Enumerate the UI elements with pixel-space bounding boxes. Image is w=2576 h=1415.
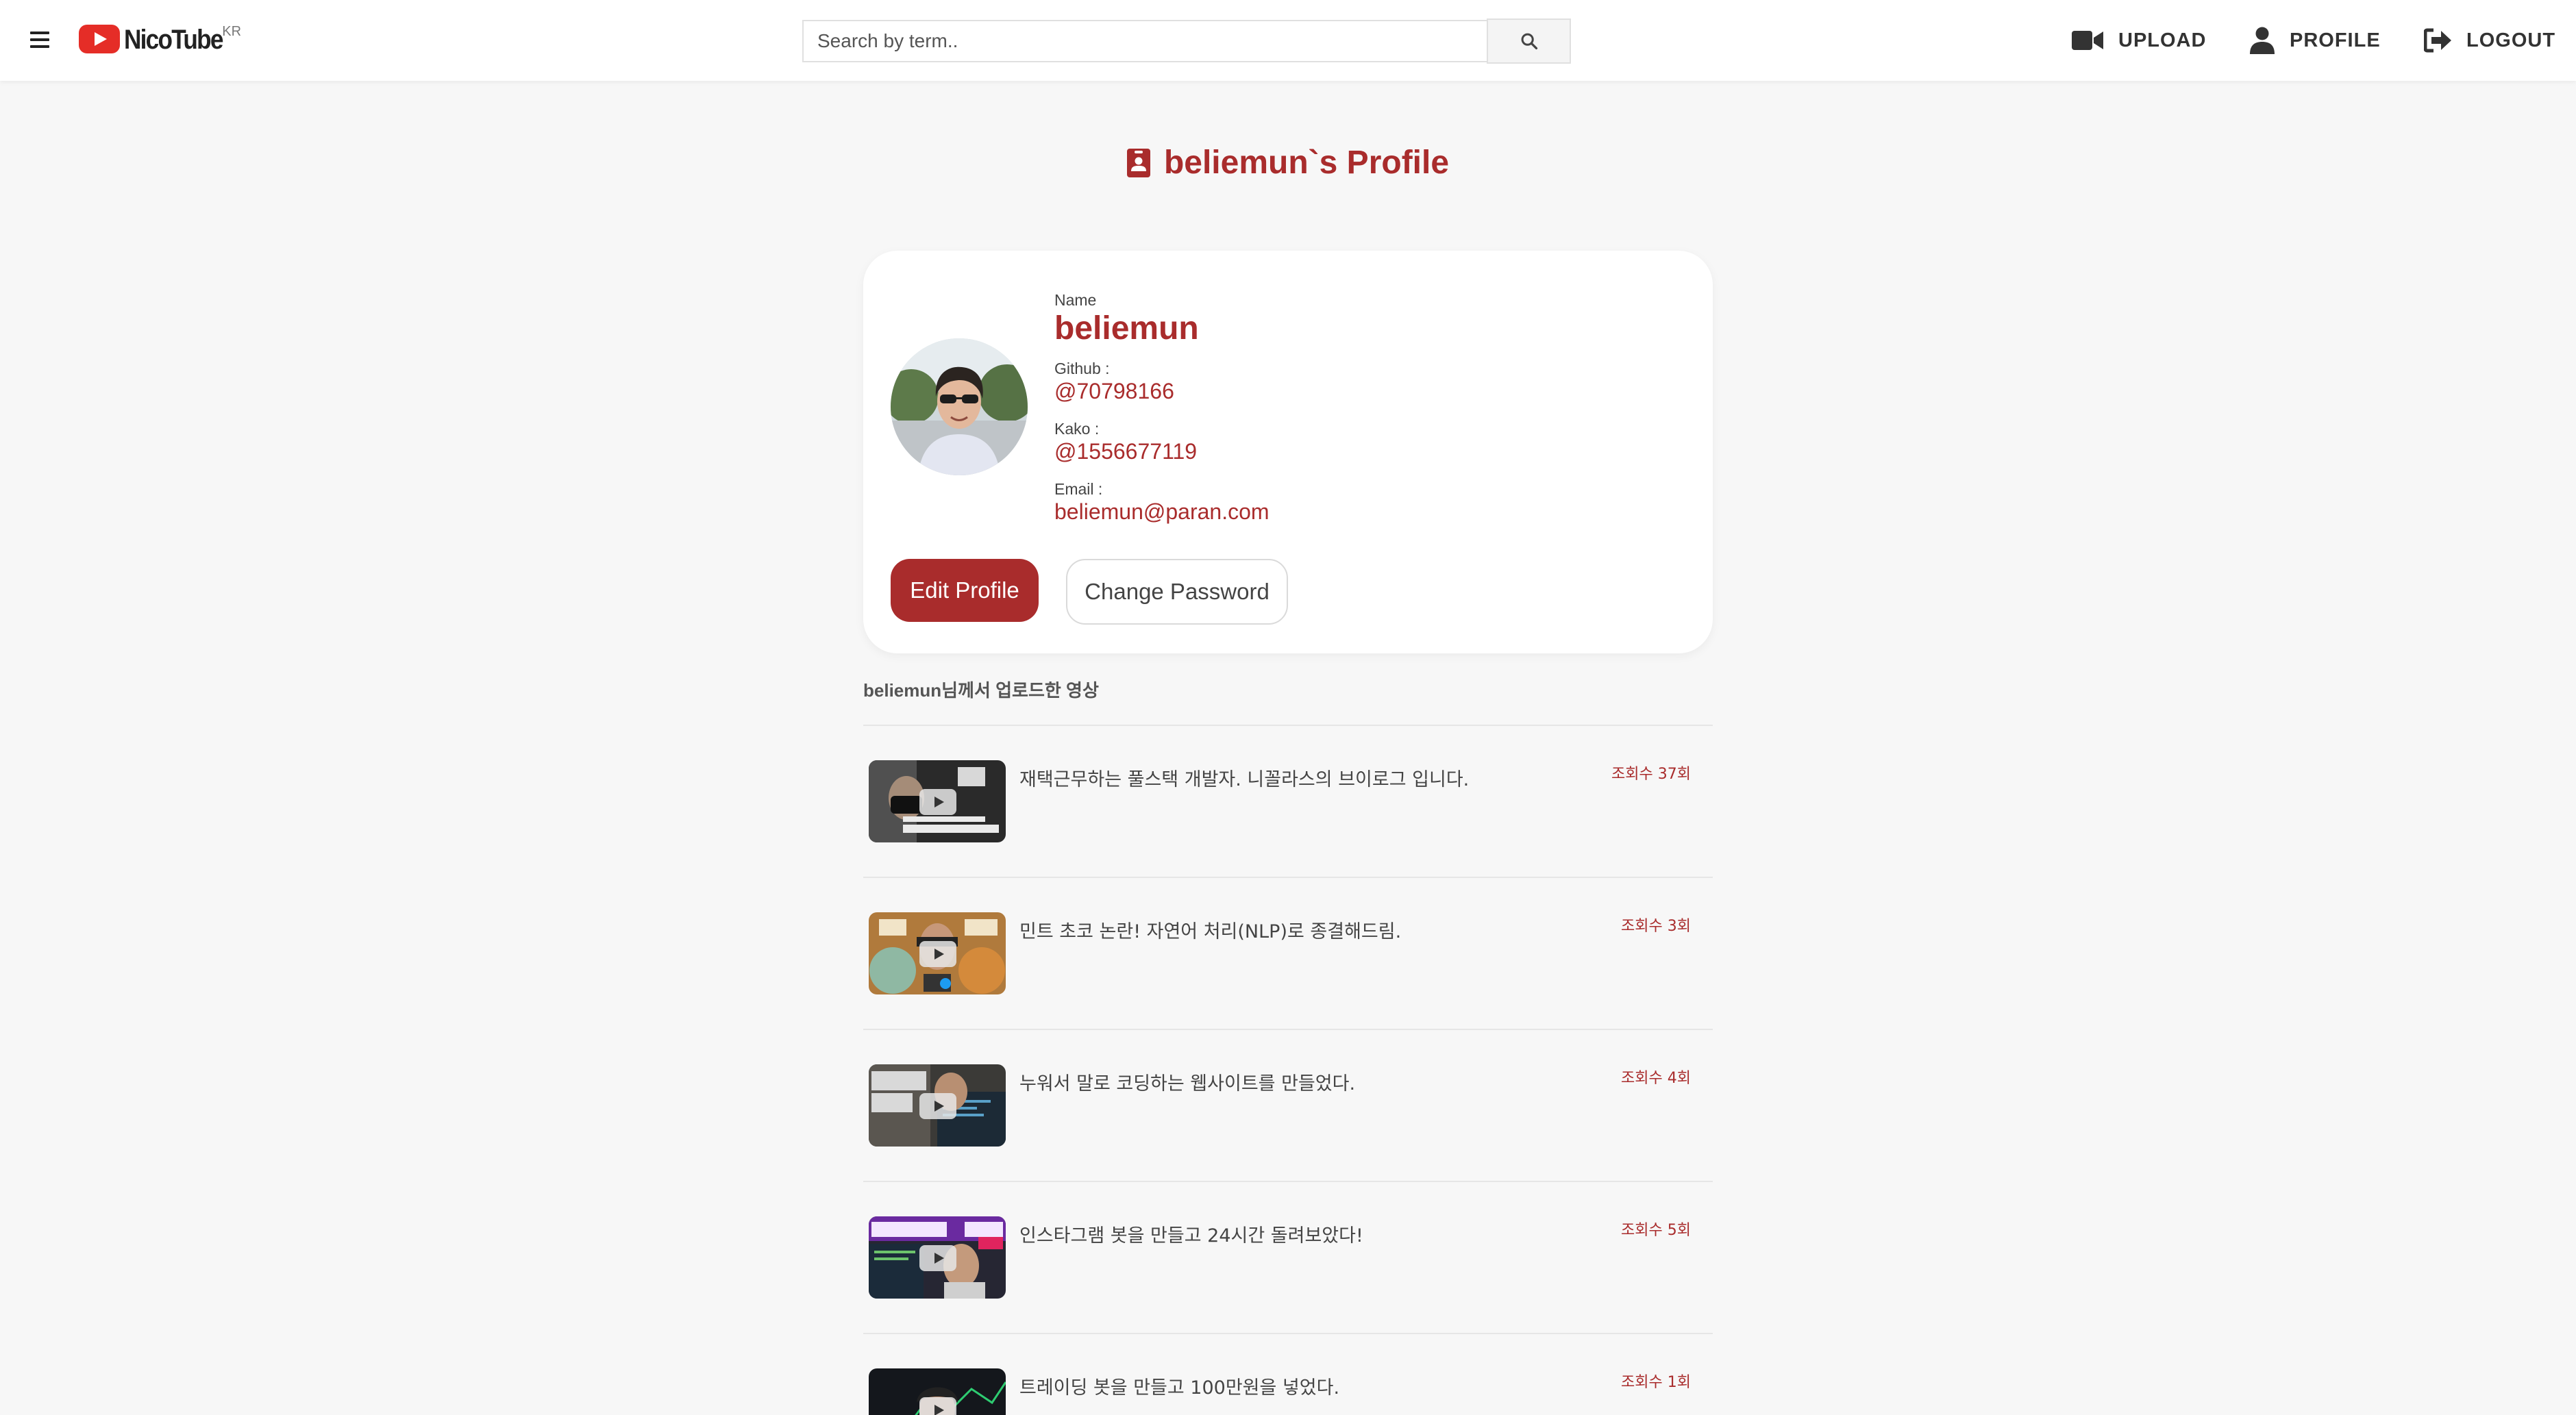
nav-upload[interactable]: UPLOAD bbox=[2072, 25, 2206, 56]
video-views: 조회수 5회 bbox=[1621, 1222, 1691, 1239]
name-label: Name bbox=[1054, 291, 1097, 309]
change-password-button[interactable]: Change Password bbox=[1066, 559, 1288, 625]
profile-card: Name beliemun Github : @70798166 Kako : … bbox=[863, 251, 1713, 653]
video-title[interactable]: 재택근무하는 풀스택 개발자. 니꼴라스의 브이로그 입니다. bbox=[1019, 764, 1469, 791]
kakao-label: Kako : bbox=[1054, 420, 1100, 438]
search-button[interactable] bbox=[1487, 18, 1571, 64]
video-title[interactable]: 트레이딩 봇을 만들고 100만원을 넣었다. bbox=[1019, 1373, 1339, 1399]
logout-icon bbox=[2424, 28, 2451, 53]
logo-text: NicoTube bbox=[124, 25, 223, 55]
videos-heading: beliemun님께서 업로드한 영상 bbox=[863, 680, 1099, 701]
video-thumbnail[interactable] bbox=[869, 1064, 1006, 1147]
video-thumbnail[interactable] bbox=[869, 760, 1006, 842]
nav-profile-label: PROFILE bbox=[2290, 29, 2381, 51]
video-thumbnail[interactable] bbox=[869, 1216, 1006, 1299]
nav-logout-label: LOGOUT bbox=[2466, 29, 2556, 51]
video-item[interactable]: 트레이딩 봇을 만들고 100만원을 넣었다. 조회수 1회 bbox=[863, 1333, 1713, 1415]
search-input[interactable] bbox=[802, 20, 1488, 62]
play-icon bbox=[919, 941, 956, 967]
page-title: beliemun`s Profile bbox=[0, 144, 2576, 181]
github-label: Github : bbox=[1054, 360, 1110, 377]
nav-upload-label: UPLOAD bbox=[2118, 29, 2207, 51]
hamburger-menu-icon[interactable] bbox=[30, 32, 49, 48]
video-title[interactable]: 민트 초코 논란! 자연어 처리(NLP)로 종결해드림. bbox=[1019, 916, 1401, 943]
video-list: 재택근무하는 풀스택 개발자. 니꼴라스의 브이로그 입니다. 조회수 37회 … bbox=[863, 725, 1713, 1415]
user-icon bbox=[2250, 27, 2275, 54]
video-item[interactable]: 누워서 말로 코딩하는 웹사이트를 만들었다. 조회수 4회 bbox=[863, 1029, 1713, 1181]
video-item[interactable]: 인스타그램 봇을 만들고 24시간 돌려보았다! 조회수 5회 bbox=[863, 1181, 1713, 1333]
edit-profile-button[interactable]: Edit Profile bbox=[891, 559, 1039, 622]
video-item[interactable]: 재택근무하는 풀스택 개발자. 니꼴라스의 브이로그 입니다. 조회수 37회 bbox=[863, 725, 1713, 877]
video-views: 조회수 1회 bbox=[1621, 1374, 1691, 1391]
email-value: beliemun@paran.com bbox=[1054, 499, 1270, 524]
video-title[interactable]: 인스타그램 봇을 만들고 24시간 돌려보았다! bbox=[1019, 1220, 1363, 1247]
top-header: NicoTube KR UPLOAD PROFILE LOGOUT bbox=[0, 0, 2576, 81]
profile-info: Name beliemun Github : @70798166 Kako : … bbox=[1054, 290, 1270, 525]
id-badge-icon bbox=[1126, 148, 1150, 177]
play-icon bbox=[919, 1245, 956, 1271]
logo[interactable]: NicoTube KR bbox=[79, 25, 241, 55]
nav-logout[interactable]: LOGOUT bbox=[2424, 25, 2555, 56]
nav-profile[interactable]: PROFILE bbox=[2250, 25, 2381, 56]
video-views: 조회수 3회 bbox=[1621, 918, 1691, 935]
play-icon bbox=[919, 789, 956, 815]
youtube-play-icon bbox=[79, 25, 120, 53]
video-thumbnail[interactable] bbox=[869, 912, 1006, 994]
play-icon bbox=[919, 1093, 956, 1119]
logo-region: KR bbox=[222, 24, 242, 39]
github-value: @70798166 bbox=[1054, 379, 1174, 403]
video-title[interactable]: 누워서 말로 코딩하는 웹사이트를 만들었다. bbox=[1019, 1068, 1355, 1095]
play-icon bbox=[919, 1397, 956, 1415]
video-views: 조회수 4회 bbox=[1621, 1070, 1691, 1087]
video-views: 조회수 37회 bbox=[1611, 766, 1691, 783]
video-thumbnail[interactable] bbox=[869, 1368, 1006, 1415]
page-title-text: beliemun`s Profile bbox=[1163, 145, 1450, 181]
video-camera-icon bbox=[2072, 31, 2103, 50]
video-item[interactable]: 민트 초코 논란! 자연어 처리(NLP)로 종결해드림. 조회수 3회 bbox=[863, 877, 1713, 1029]
search-icon bbox=[1521, 33, 1537, 50]
avatar bbox=[891, 338, 1028, 475]
profile-name: beliemun bbox=[1054, 310, 1199, 347]
email-label: Email : bbox=[1054, 480, 1103, 498]
kakao-value: @1556677119 bbox=[1054, 439, 1198, 464]
